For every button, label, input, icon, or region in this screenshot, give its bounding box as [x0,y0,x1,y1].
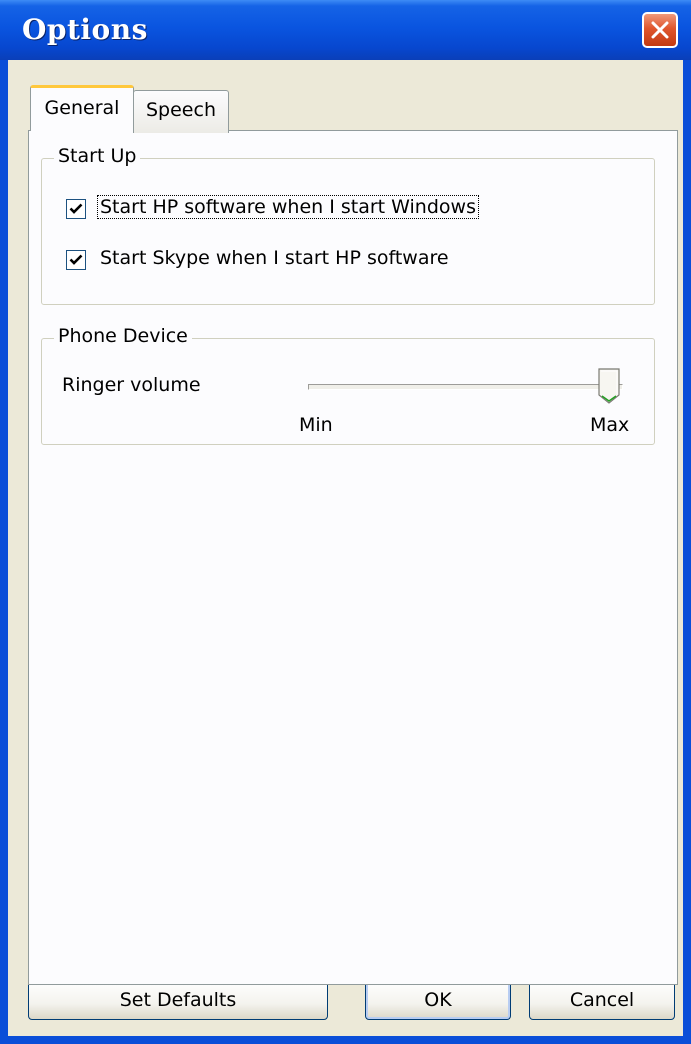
window-title: Options [22,13,148,46]
dialog-client-area: General Speech Start Up Start HP softwar… [8,60,683,1036]
tab-general-label: General [44,97,120,119]
close-x-icon [651,21,669,39]
checkmark-icon [69,254,83,265]
start-skype-label: Start Skype when I start HP software [100,247,449,269]
slider-thumb-icon [598,368,620,404]
start-hp-option[interactable]: Start HP software when I start Windows [66,195,526,221]
cancel-button[interactable]: Cancel [529,980,675,1020]
start-hp-checkbox[interactable] [66,199,86,219]
slider-min-label: Min [299,414,333,436]
title-bar[interactable]: Options [0,0,691,60]
slider-max-label: Max [590,414,630,436]
tab-speech-label: Speech [146,99,216,121]
start-skype-option[interactable]: Start Skype when I start HP software [66,247,486,272]
tab-panel-general: Start Up Start HP software when I start … [28,130,678,985]
tab-speech[interactable]: Speech [133,90,229,133]
phone-device-group: Phone Device Ringer volume Min Max [41,325,655,445]
set-defaults-button[interactable]: Set Defaults [28,980,328,1020]
ringer-volume-slider[interactable] [598,368,620,404]
ok-button[interactable]: OK [365,980,511,1020]
options-window: Options General Speech Start Up Start HP… [0,0,691,1044]
startup-group: Start Up Start HP software when I start … [41,145,655,305]
startup-group-label: Start Up [54,145,141,167]
close-button[interactable] [642,12,678,48]
ringer-volume-track[interactable] [308,384,623,390]
ringer-volume-label: Ringer volume [62,374,201,396]
phone-device-group-label: Phone Device [54,325,192,347]
start-hp-label: Start HP software when I start Windows [97,195,479,219]
tab-general[interactable]: General [30,85,134,131]
checkmark-icon [69,203,83,214]
start-skype-checkbox[interactable] [66,250,86,270]
